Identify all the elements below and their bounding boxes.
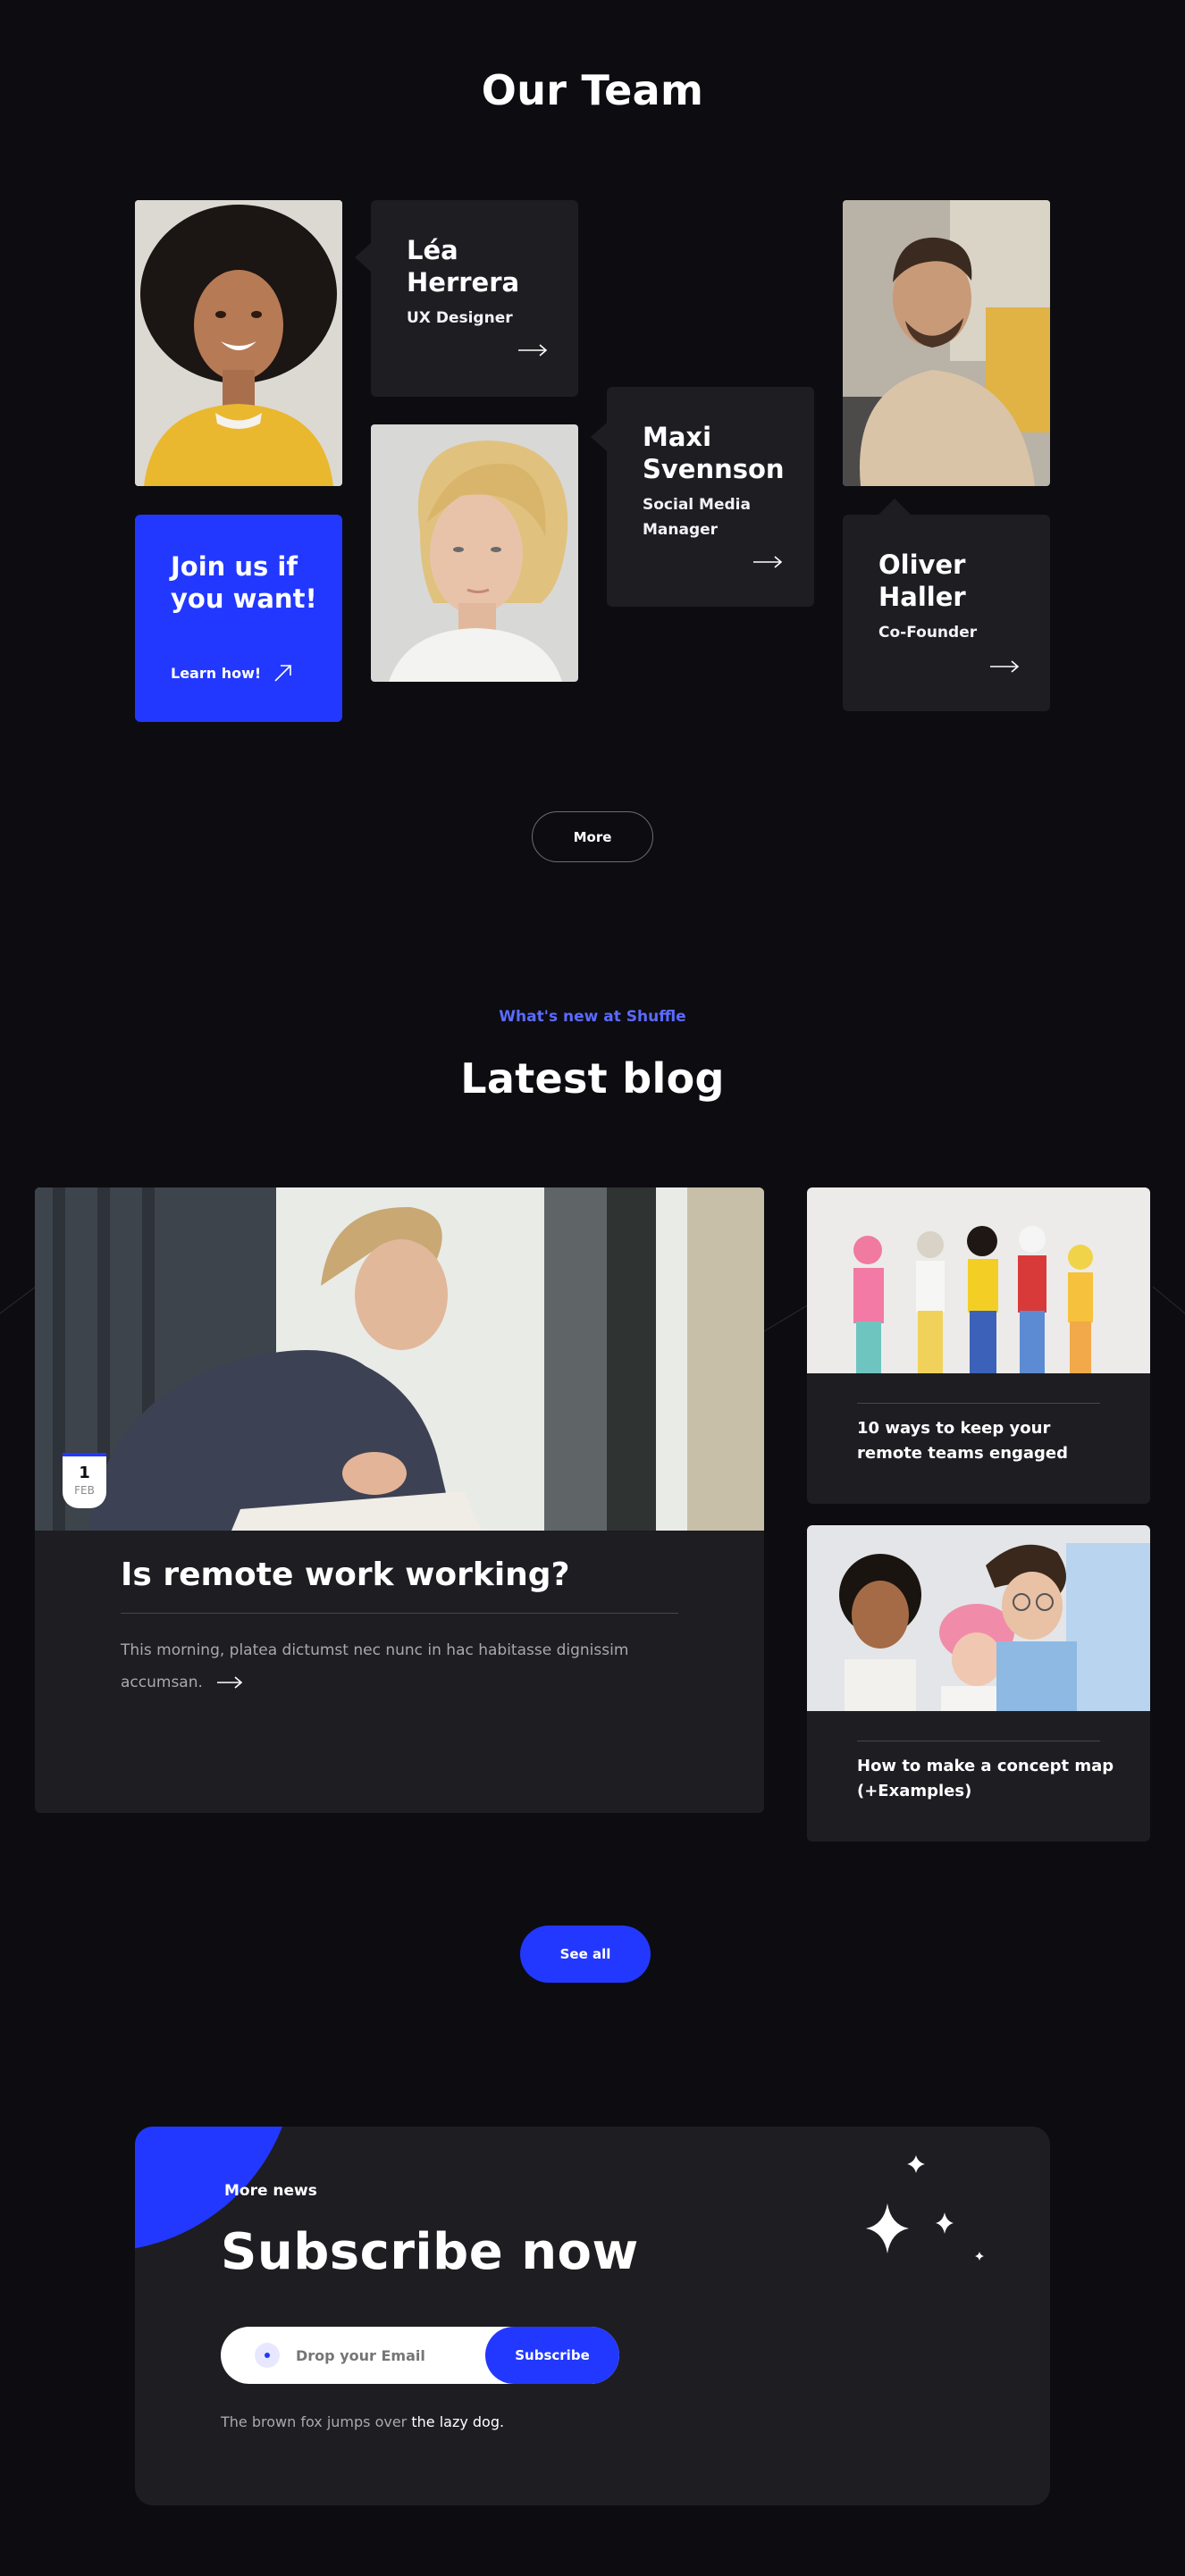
subscribe-panel: More news Subscribe now Subscribe The br…	[135, 2127, 1050, 2505]
mail-dot-icon	[255, 2343, 280, 2368]
card-pointer	[355, 243, 371, 272]
arrow-up-right-icon	[274, 665, 291, 682]
note-highlight: the lazy dog.	[411, 2413, 505, 2430]
blog-post-title[interactable]: How to make a concept map (+Examples)	[857, 1754, 1116, 1804]
arrow-right-icon[interactable]	[989, 660, 1020, 673]
member-photo-oliver	[843, 200, 1050, 486]
arrow-right-icon[interactable]	[752, 556, 783, 568]
join-link-label: Learn how!	[171, 664, 262, 682]
featured-post-card[interactable]: 1 FEB Is remote work working? This morni…	[35, 1187, 764, 1813]
featured-post-title[interactable]: Is remote work working?	[121, 1557, 569, 1593]
card-pointer	[878, 499, 911, 515]
member-role: Social Media Manager	[643, 496, 751, 539]
subscribe-note: The brown fox jumps over the lazy dog.	[221, 2413, 504, 2430]
subscribe-eyebrow: More news	[224, 2182, 317, 2200]
note-text: The brown fox jumps over	[221, 2413, 408, 2430]
arrow-right-icon[interactable]	[517, 344, 548, 357]
member-card-lea[interactable]: Léa Herrera UX Designer	[355, 200, 578, 397]
join-link[interactable]: Learn how!	[171, 663, 293, 683]
blog-post-card[interactable]: How to make a concept map (+Examples)	[807, 1525, 1150, 1842]
featured-post-image	[35, 1187, 764, 1531]
see-all-button[interactable]: See all	[520, 1926, 651, 1983]
member-photo-maxi	[371, 424, 578, 682]
date-badge: 1 FEB	[63, 1453, 106, 1508]
featured-post-excerpt: This morning, platea dictumst nec nunc i…	[121, 1634, 675, 1699]
divider	[857, 1403, 1100, 1404]
blog-post-image	[807, 1187, 1150, 1373]
member-photo-lea	[135, 200, 342, 486]
blog-post-title[interactable]: 10 ways to keep your remote teams engage…	[857, 1416, 1116, 1466]
date-month: FEB	[74, 1484, 95, 1497]
email-input[interactable]	[296, 2337, 475, 2373]
subscribe-title: Subscribe now	[221, 2223, 639, 2281]
member-card-oliver[interactable]: Oliver Haller Co-Founder	[843, 499, 1050, 711]
member-name: Léa Herrera	[407, 235, 520, 298]
member-role: UX Designer	[407, 309, 513, 327]
team-title: Our Team	[481, 66, 704, 114]
join-card[interactable]: Join us if you want! Learn how!	[135, 515, 342, 722]
subscribe-button[interactable]: Subscribe	[485, 2327, 619, 2384]
member-name: Oliver Haller	[878, 550, 966, 612]
member-name: Maxi Svennson	[643, 422, 785, 484]
member-card-maxi[interactable]: Maxi Svennson Social Media Manager	[591, 387, 814, 607]
sparkle-icon	[866, 2155, 984, 2261]
date-day: 1	[79, 1464, 90, 1482]
card-pointer	[591, 423, 607, 451]
excerpt-text: This morning, platea dictumst nec nunc i…	[121, 1641, 629, 1691]
more-button[interactable]: More	[532, 811, 653, 862]
join-title: Join us if you want!	[171, 551, 317, 614]
blog-post-image	[807, 1525, 1150, 1711]
divider	[121, 1613, 678, 1614]
blog-post-card[interactable]: 10 ways to keep your remote teams engage…	[807, 1187, 1150, 1504]
member-role: Co-Founder	[878, 624, 978, 642]
blog-eyebrow: What's new at Shuffle	[499, 1008, 686, 1026]
blog-title: Latest blog	[460, 1054, 725, 1103]
subscribe-form: Subscribe	[221, 2327, 619, 2384]
arrow-right-icon[interactable]	[216, 1676, 243, 1689]
